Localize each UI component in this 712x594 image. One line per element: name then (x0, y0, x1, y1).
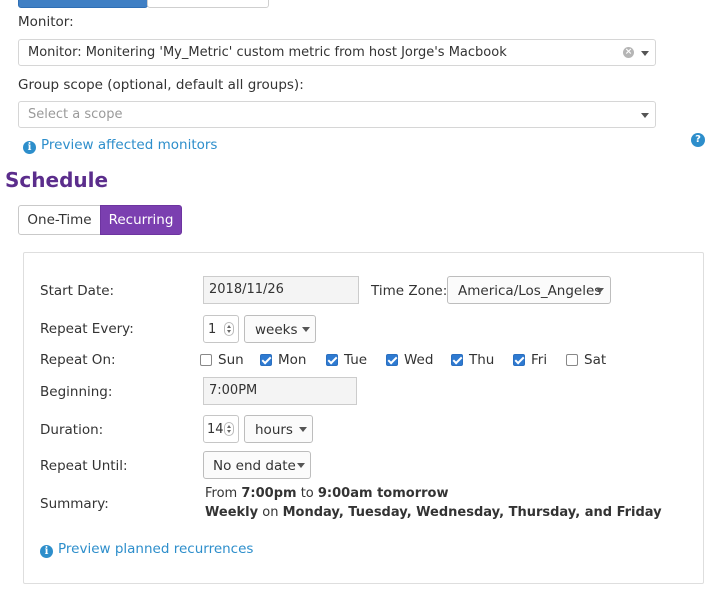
group-scope-label: Group scope (optional, default all group… (18, 77, 304, 93)
preview-planned-recurrences-link[interactable]: Preview planned recurrences (58, 541, 253, 557)
group-scope-select[interactable]: Select a scope (18, 101, 656, 128)
preview-affected-monitors-link[interactable]: Preview affected monitors (41, 137, 217, 153)
repeat-on-label: Repeat On: (40, 352, 116, 368)
summary-text: From (205, 486, 238, 501)
spinner-icon[interactable] (224, 422, 234, 436)
time-zone-select[interactable]: America/Los_Angeles (447, 276, 611, 304)
day-label-thu: Thu (469, 352, 495, 368)
top-tab-active[interactable] (18, 0, 148, 8)
info-icon: i (23, 141, 36, 154)
day-label-wed: Wed (404, 352, 434, 368)
duration-value: 14 (207, 422, 224, 437)
summary-line-1: From 7:00pm to 9:00am tomorrow (205, 486, 448, 501)
preview-affected-monitors[interactable]: i Preview affected monitors (23, 137, 217, 154)
day-label-mon: Mon (278, 352, 307, 368)
summary-text: to (300, 486, 314, 501)
duration-unit-value: hours (255, 422, 293, 438)
checkbox-mon[interactable] (260, 354, 272, 366)
chevron-down-icon (297, 463, 305, 468)
schedule-heading: Schedule (5, 168, 109, 192)
day-label-sat: Sat (584, 352, 607, 368)
duration-label: Duration: (40, 422, 104, 438)
repeat-until-select[interactable]: No end date (203, 451, 311, 479)
day-label-fri: Fri (531, 352, 548, 368)
summary-line-2: Weekly on Monday, Tuesday, Wednesday, Th… (205, 505, 662, 520)
beginning-input[interactable]: 7:00PM (203, 377, 357, 405)
chevron-down-icon (596, 288, 604, 293)
repeat-every-unit-select[interactable]: weeks (244, 315, 316, 343)
time-zone-value: America/Los_Angeles (458, 283, 602, 299)
summary-text: on (262, 505, 279, 520)
chevron-down-icon (299, 427, 307, 432)
checkbox-sun[interactable] (200, 354, 212, 366)
spinner-icon[interactable] (224, 322, 234, 336)
repeat-until-value: No end date (213, 458, 296, 474)
checkbox-thu[interactable] (451, 354, 463, 366)
help-icon[interactable]: ? (691, 133, 705, 147)
start-date-input[interactable]: 2018/11/26 (203, 276, 359, 304)
repeat-every-unit-value: weeks (255, 322, 298, 338)
chevron-down-icon[interactable] (641, 113, 649, 118)
checkbox-tue[interactable] (326, 354, 338, 366)
clear-icon[interactable]: × (623, 47, 634, 58)
summary-end-time: 9:00am tomorrow (317, 486, 449, 501)
summary-start-time: 7:00pm (241, 486, 297, 501)
summary-label: Summary: (40, 496, 109, 512)
chevron-down-icon[interactable] (641, 51, 649, 56)
time-zone-label: Time Zone: (371, 283, 448, 299)
group-scope-placeholder: Select a scope (28, 107, 123, 122)
checkbox-sat[interactable] (566, 354, 578, 366)
repeat-every-value: 1 (208, 322, 217, 337)
summary-frequency: Weekly (205, 505, 259, 520)
summary-days: Monday, Tuesday, Wednesday, Thursday, an… (282, 505, 662, 520)
top-tab[interactable] (147, 0, 269, 8)
chevron-down-icon (302, 327, 310, 332)
monitor-label: Monitor: (18, 14, 74, 30)
checkbox-wed[interactable] (386, 354, 398, 366)
monitor-select-value: Monitor: Monitering 'My_Metric' custom m… (28, 45, 507, 60)
tab-one-time[interactable]: One-Time (18, 205, 101, 235)
repeat-every-label: Repeat Every: (40, 321, 134, 337)
monitor-select[interactable]: Monitor: Monitering 'My_Metric' custom m… (18, 39, 656, 66)
checkbox-fri[interactable] (513, 354, 525, 366)
duration-unit-select[interactable]: hours (244, 415, 313, 443)
start-date-label: Start Date: (40, 283, 115, 299)
duration-stepper[interactable]: 14 (203, 415, 239, 443)
repeat-every-stepper[interactable]: 1 (203, 315, 239, 343)
tab-recurring[interactable]: Recurring (100, 205, 182, 235)
preview-planned-recurrences[interactable]: i Preview planned recurrences (40, 541, 253, 558)
info-icon: i (40, 545, 53, 558)
day-label-sun: Sun (218, 352, 244, 368)
day-label-tue: Tue (344, 352, 368, 368)
beginning-label: Beginning: (40, 384, 113, 400)
repeat-until-label: Repeat Until: (40, 458, 128, 474)
